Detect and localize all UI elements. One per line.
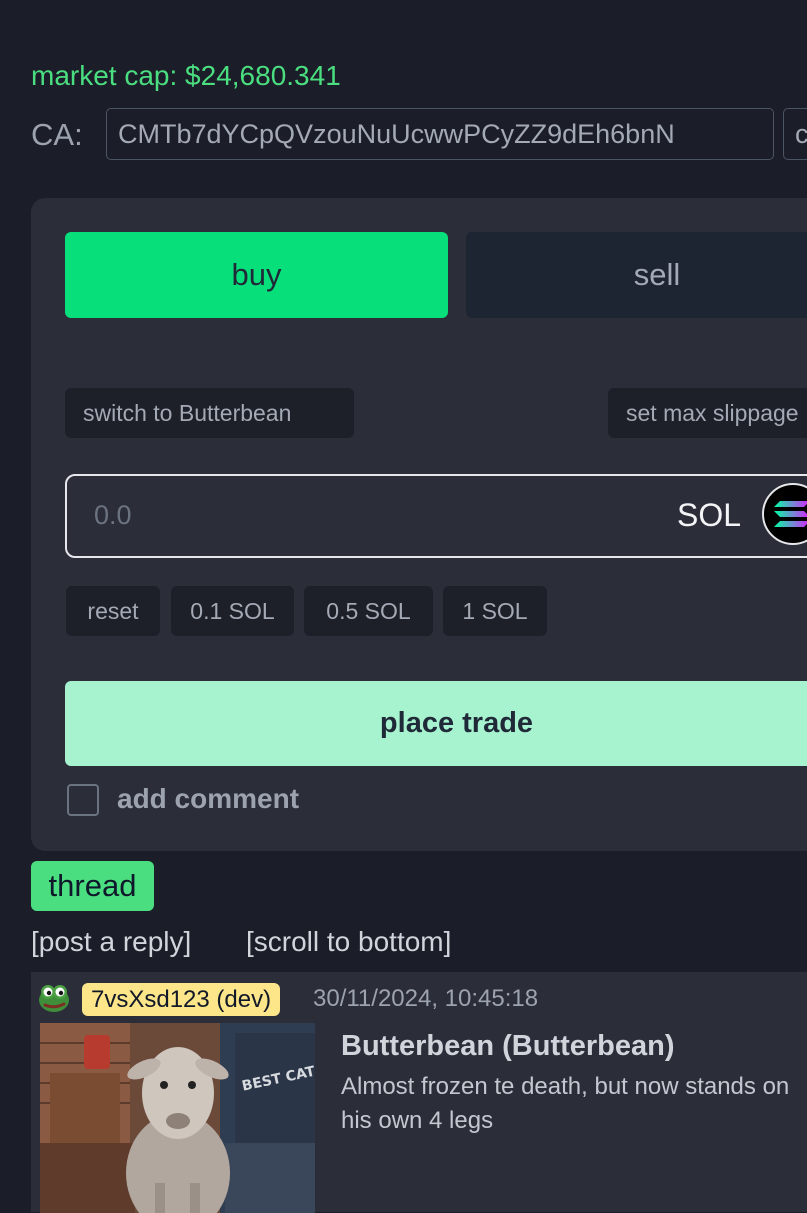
- market-cap: market cap: $24,680.341: [31, 60, 341, 91]
- token-image[interactable]: BEST CAT DAD EVER: [40, 1023, 315, 1213]
- contract-address-label: CA:: [31, 117, 83, 152]
- amount-0-1-sol-button[interactable]: 0.1 SOL: [171, 586, 294, 636]
- pepe-avatar-icon[interactable]: [37, 980, 71, 1014]
- add-comment-label[interactable]: add comment: [117, 783, 299, 815]
- amount-0-5-sol-button[interactable]: 0.5 SOL: [304, 586, 433, 636]
- place-trade-button[interactable]: place trade: [65, 681, 807, 766]
- token-description: Almost frozen te death, but now stands o…: [341, 1073, 790, 1134]
- contract-address-field[interactable]: CMTb7dYCpQVzouNuUcwwPCyZZ9dEh6bnN: [106, 108, 774, 160]
- sell-tab-button[interactable]: sell: [466, 232, 807, 318]
- amount-placeholder: 0.0: [94, 500, 132, 530]
- add-comment-checkbox[interactable]: [67, 784, 99, 816]
- switch-token-button[interactable]: switch to Butterbean: [65, 388, 354, 438]
- buy-tab-button[interactable]: buy: [65, 232, 448, 318]
- currency-label: SOL: [677, 497, 742, 533]
- reset-amount-button[interactable]: reset: [66, 586, 160, 636]
- scroll-to-bottom-link[interactable]: [scroll to bottom]: [246, 926, 451, 958]
- username-badge[interactable]: 7vsXsd123 (dev): [82, 983, 281, 1016]
- thread-tab[interactable]: thread: [31, 861, 154, 911]
- sell-tab-label: sell: [633, 257, 681, 292]
- amount-1-sol-button[interactable]: 1 SOL: [443, 586, 547, 636]
- place-trade-label: place trade: [379, 707, 534, 739]
- token-title[interactable]: Butterbean (Butterbean): [341, 1030, 675, 1063]
- reply-timestamp: 30/11/2024, 10:45:18: [313, 985, 539, 1012]
- copy-address-button[interactable]: c: [783, 108, 807, 160]
- set-max-slippage-button[interactable]: set max slippage: [608, 388, 807, 438]
- post-reply-link[interactable]: [post a reply]: [31, 926, 191, 958]
